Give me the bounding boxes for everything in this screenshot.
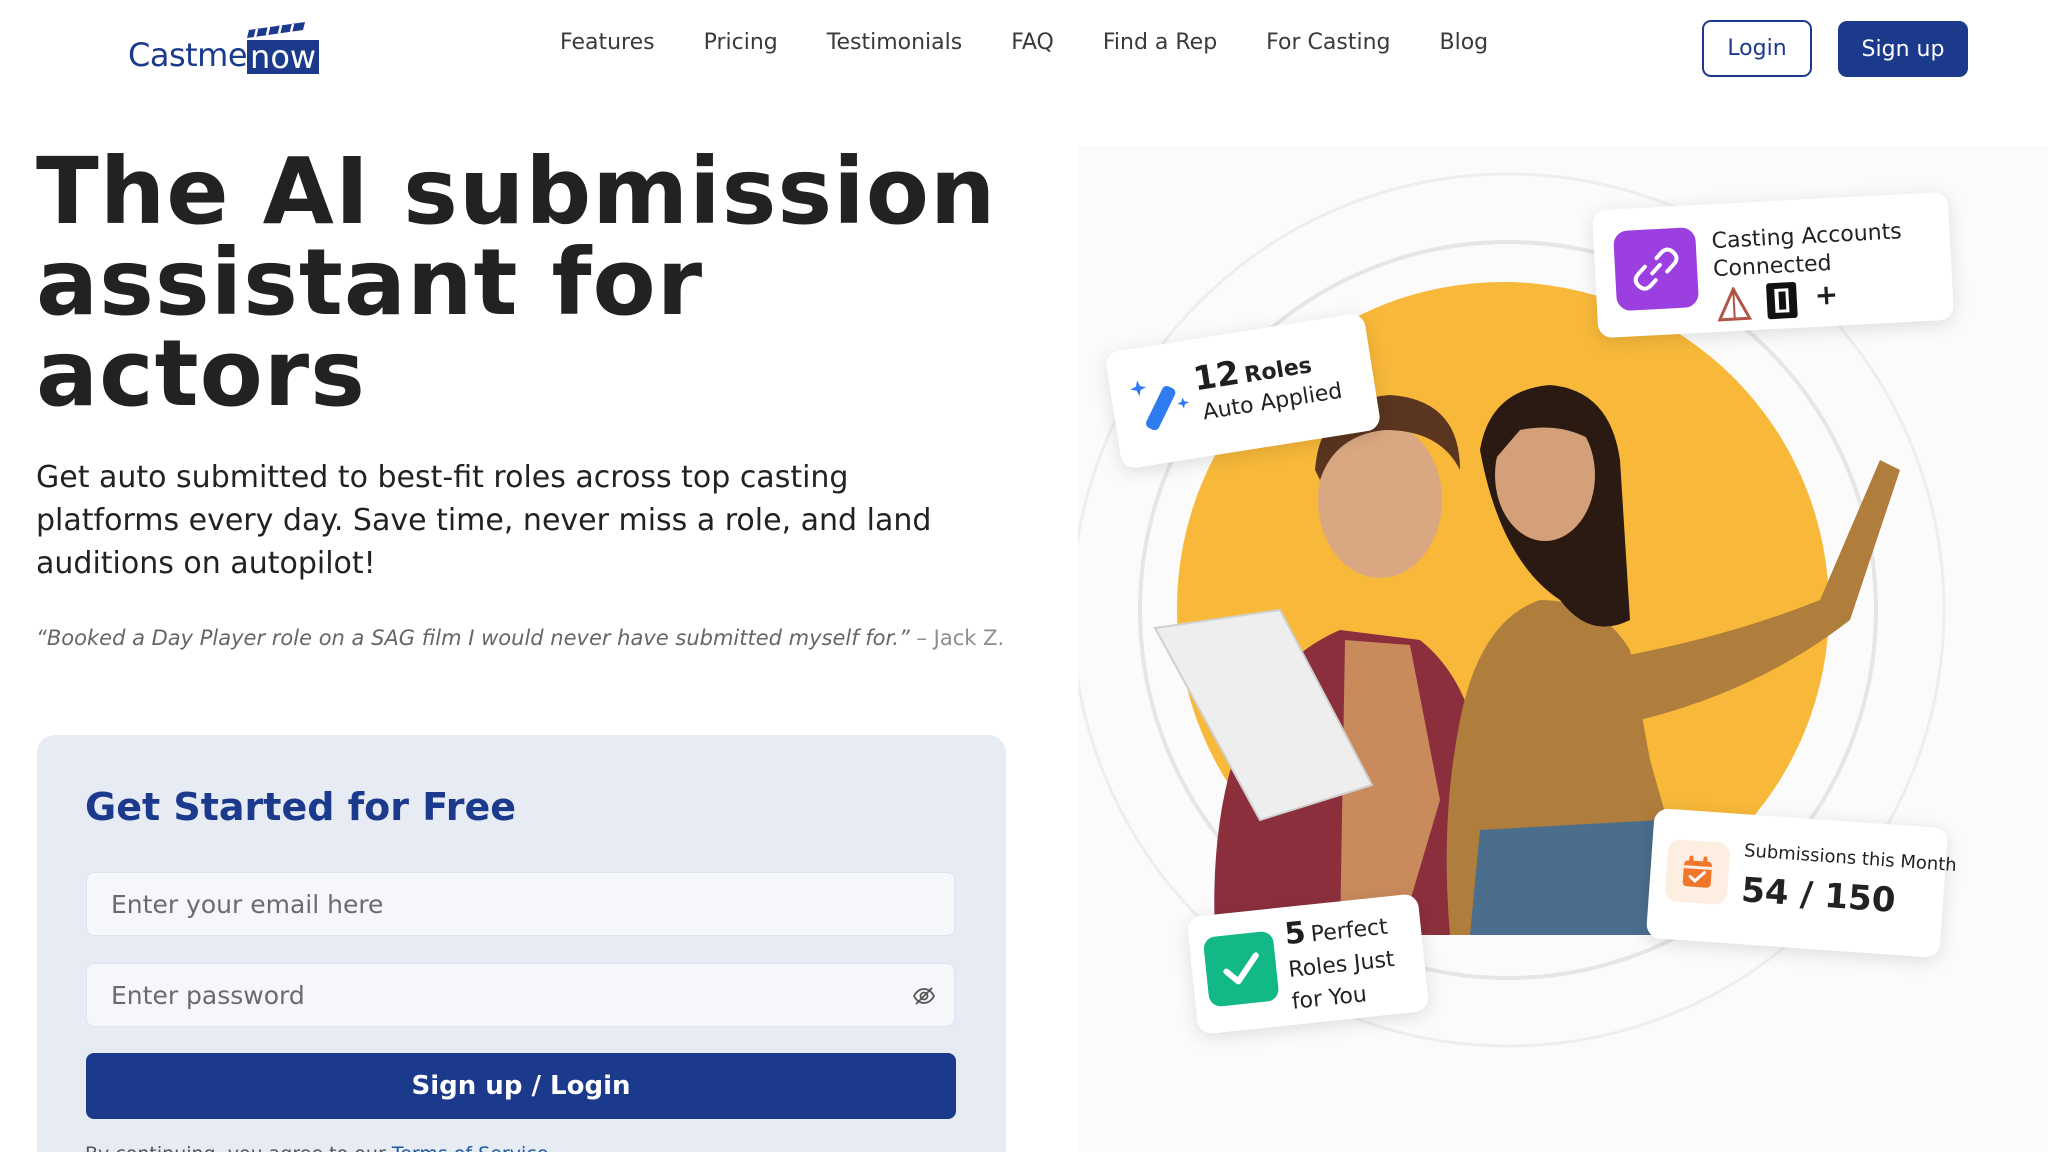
hero-title: The AI submission assistant for actors <box>36 138 1016 427</box>
checkmark-icon <box>1202 930 1280 1008</box>
platform-b-icon <box>1765 281 1798 320</box>
terms-of-service-link[interactable]: Terms of Service <box>392 1143 549 1152</box>
hero-subtitle: Get auto submitted to best-fit roles acr… <box>36 460 932 581</box>
hero-title-line3: actors <box>36 320 366 427</box>
platform-triangle-icon <box>1717 286 1752 322</box>
signup-card: Get Started for Free Enter your email he… <box>37 735 1006 1152</box>
top-nav: Castme now Features Pricing Testimonials… <box>0 0 2048 92</box>
hero-title-line1: The AI submission <box>36 138 997 245</box>
signup-button[interactable]: Sign up <box>1838 21 1968 77</box>
nav-link-for-casting[interactable]: For Casting <box>1266 30 1390 55</box>
terms-notice: By continuing, you agree to our Terms of… <box>85 1143 548 1152</box>
password-placeholder: Enter password <box>111 980 305 1010</box>
nav-link-testimonials[interactable]: Testimonials <box>827 30 962 55</box>
submissions-value: 54 / 150 <box>1739 870 1897 921</box>
nav-links: Features Pricing Testimonials FAQ Find a… <box>560 30 1537 55</box>
magic-wand-icon <box>1130 380 1190 431</box>
castmenow-logo[interactable]: Castme now <box>128 22 320 76</box>
quote-author: – Jack Z. <box>909 626 1005 650</box>
nav-link-pricing[interactable]: Pricing <box>704 30 778 55</box>
login-button[interactable]: Login <box>1702 20 1812 77</box>
link-icon <box>1613 227 1700 312</box>
submissions-label: Submissions this Month <box>1743 840 1958 877</box>
logo-text: Castme <box>128 36 248 74</box>
clapperboard-icon <box>247 22 306 38</box>
accounts-plus: + <box>1813 277 1839 312</box>
logo-now-text: now <box>250 38 317 76</box>
terms-prefix: By continuing, you agree to our <box>85 1143 392 1152</box>
nav-link-features[interactable]: Features <box>560 30 655 55</box>
roles-word: Roles <box>1242 353 1314 389</box>
perfect-count: 5 <box>1282 915 1308 953</box>
nav-link-faq[interactable]: FAQ <box>1011 30 1054 55</box>
quote-text: “Booked a Day Player role on a SAG film … <box>36 626 910 650</box>
nav-link-find-a-rep[interactable]: Find a Rep <box>1103 30 1217 55</box>
password-field[interactable]: Enter password <box>86 963 955 1027</box>
logo-now-block: now <box>247 22 320 76</box>
calendar-icon <box>1664 838 1731 906</box>
eye-slash-icon[interactable] <box>912 984 936 1008</box>
submissions-badge: Submissions this Month 54 / 150 <box>1645 807 1957 959</box>
signup-card-title: Get Started for Free <box>85 785 517 829</box>
email-field[interactable]: Enter your email here <box>86 872 955 936</box>
hero-title-line2: assistant for <box>36 229 704 336</box>
nav-link-blog[interactable]: Blog <box>1440 30 1489 55</box>
casting-accounts-badge: Casting Accounts Connected + <box>1591 191 1955 339</box>
perfect-roles-badge: 5 Perfect Roles Just for You <box>1186 893 1430 1035</box>
perfect-word: Perfect <box>1309 914 1389 948</box>
signup-login-button[interactable]: Sign up / Login <box>86 1053 956 1119</box>
testimonial-quote: “Booked a Day Player role on a SAG film … <box>36 624 1006 653</box>
roles-count: 12 <box>1190 352 1242 399</box>
